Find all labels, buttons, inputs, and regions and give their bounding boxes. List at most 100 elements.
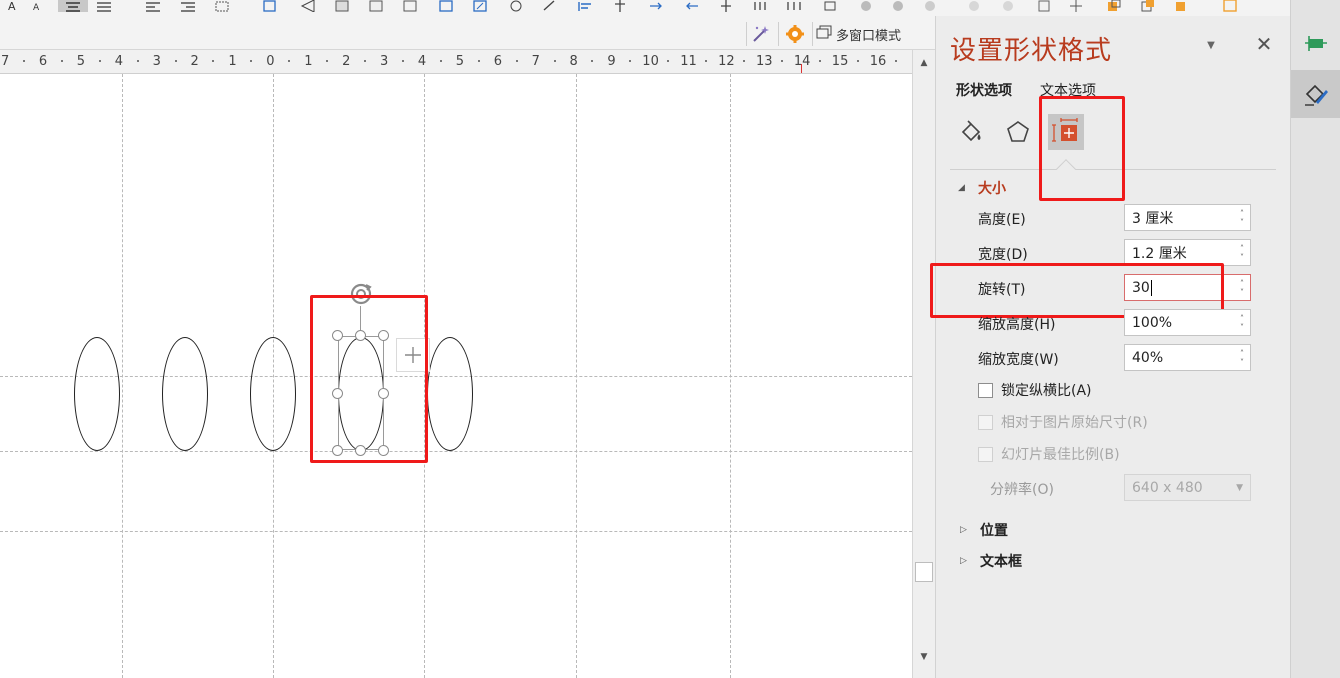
- spinner-icon[interactable]: ˄ ˅: [1234, 240, 1250, 265]
- outline-circle-icon[interactable]: [966, 0, 982, 12]
- rotation-input[interactable]: 30 ˄ ˅: [1124, 274, 1251, 301]
- section-textbox[interactable]: ▷ 文本框: [960, 551, 1022, 571]
- ruler-number: 7: [1, 54, 10, 69]
- height-input[interactable]: 3 厘米 ˄ ˅: [1124, 204, 1251, 231]
- resize-handle[interactable]: [332, 445, 343, 456]
- align-objects-icon[interactable]: [578, 0, 594, 12]
- animation-pane-icon[interactable]: [1291, 20, 1340, 68]
- gear-icon[interactable]: [782, 22, 808, 46]
- resize-handle[interactable]: [378, 388, 389, 399]
- multi-window-button[interactable]: 多窗口模式: [816, 23, 901, 45]
- vertical-scrollbar[interactable]: ▲ ▼: [912, 50, 935, 678]
- best-scale-checkbox: 幻灯片最佳比例(B): [978, 444, 1120, 464]
- scale-height-input[interactable]: 100% ˄ ˅: [1124, 309, 1251, 336]
- ruler-number: 6: [38, 54, 48, 69]
- ribbon-strip: A A: [0, 0, 1290, 16]
- font-size-down-icon[interactable]: A: [30, 0, 46, 13]
- shadow-icon[interactable]: [922, 0, 938, 12]
- spinner-icon[interactable]: ˄ ˅: [1234, 310, 1250, 335]
- tab-shape-options[interactable]: 形状选项: [956, 80, 1012, 100]
- spinner-icon[interactable]: ˄ ˅: [1234, 205, 1250, 230]
- size-properties-icon[interactable]: [1048, 114, 1084, 150]
- resize-handle[interactable]: [355, 330, 366, 341]
- arrange-group-icon[interactable]: [1174, 0, 1190, 12]
- picture-icon[interactable]: [438, 0, 454, 12]
- rotate-icon[interactable]: [752, 0, 768, 12]
- align-vcenter-icon[interactable]: [612, 0, 628, 12]
- scroll-up-icon[interactable]: ▲: [917, 56, 931, 70]
- quick-add-button[interactable]: [396, 338, 430, 372]
- ruler-number: 11: [680, 54, 697, 69]
- resize-handle[interactable]: [378, 330, 389, 341]
- spinner-icon[interactable]: ˄ ˅: [1234, 275, 1250, 300]
- scale-height-label: 缩放高度(H): [978, 317, 1056, 333]
- align-left-icon[interactable]: [145, 0, 161, 12]
- rotate-handle-icon[interactable]: [348, 281, 374, 307]
- ruler-number: 2: [190, 54, 199, 69]
- align-grid-icon[interactable]: [1068, 0, 1084, 12]
- scroll-down-icon[interactable]: ▼: [917, 650, 931, 664]
- ruler-number: 1: [228, 54, 237, 69]
- copy-format-icon[interactable]: [1222, 0, 1238, 12]
- ellipse-shape[interactable]: [250, 337, 296, 451]
- slide-canvas[interactable]: [0, 74, 912, 678]
- resize-handle[interactable]: [332, 330, 343, 341]
- ellipse-shape[interactable]: [162, 337, 208, 451]
- shape-outline-icon[interactable]: [508, 0, 524, 12]
- effects-pentagon-icon[interactable]: [1000, 114, 1036, 150]
- align-center-icon[interactable]: [58, 0, 88, 12]
- shape-fill-icon[interactable]: [858, 0, 874, 12]
- tab-text-options[interactable]: 文本选项: [1040, 80, 1096, 100]
- resize-handle[interactable]: [332, 388, 343, 399]
- distribute-icon[interactable]: [214, 0, 230, 12]
- ruler-tick: [326, 60, 329, 62]
- resize-handle[interactable]: [355, 445, 366, 456]
- shape-effects-icon[interactable]: [890, 0, 906, 12]
- triangle-shape-icon[interactable]: [300, 0, 316, 13]
- spinner-icon[interactable]: ˄ ˅: [1234, 345, 1250, 370]
- width-input[interactable]: 1.2 厘米 ˄ ˅: [1124, 239, 1251, 266]
- bring-forward-icon[interactable]: [648, 0, 664, 12]
- justify-icon[interactable]: [96, 0, 112, 12]
- crop-icon[interactable]: [1036, 0, 1052, 12]
- magic-wand-icon[interactable]: [748, 22, 774, 46]
- pane-title: 设置形状格式: [950, 36, 1113, 66]
- shape-select-icon[interactable]: [262, 0, 278, 12]
- ruler-number: 3: [380, 54, 389, 69]
- resize-handle[interactable]: [378, 445, 389, 456]
- section-size[interactable]: ◢ 大小: [958, 178, 1006, 198]
- horizontal-ruler[interactable]: 7 6 5 4 3 2 1 0 1 2 3 4 5 6 7 8 9 10 11 12 13 14 15 16: [0, 50, 912, 74]
- ruler-tick: [743, 60, 746, 62]
- close-icon[interactable]: ✕: [1254, 32, 1274, 56]
- arrange-front-icon[interactable]: [1106, 0, 1122, 12]
- ruler-number: 0: [266, 54, 275, 69]
- ellipse-shape[interactable]: [427, 337, 473, 451]
- selection-pane-icon[interactable]: [822, 0, 838, 12]
- edit-shape-icon[interactable]: [542, 0, 558, 12]
- frame-icon[interactable]: [402, 0, 418, 12]
- textbox-icon[interactable]: [368, 0, 384, 12]
- edit-picture-icon[interactable]: [472, 0, 488, 12]
- ruler-tick: [515, 60, 518, 62]
- ruler-number: 6: [493, 54, 502, 69]
- section-size-label: 大小: [978, 181, 1006, 197]
- group-icon[interactable]: [718, 0, 734, 12]
- align-right-icon[interactable]: [180, 0, 196, 12]
- send-backward-icon[interactable]: [684, 0, 700, 12]
- ellipse-shape[interactable]: [74, 337, 120, 451]
- rect-shape-icon[interactable]: [334, 0, 350, 12]
- lock-aspect-checkbox[interactable]: 锁定纵横比(A): [978, 380, 1092, 400]
- distribute-h-icon[interactable]: [786, 0, 802, 12]
- checkbox-box[interactable]: [978, 382, 993, 398]
- ruler-tick: [136, 60, 139, 62]
- arrange-back-icon[interactable]: [1140, 0, 1156, 12]
- scale-width-input[interactable]: 40% ˄ ˅: [1124, 344, 1251, 371]
- outline-circle-2-icon[interactable]: [1000, 0, 1016, 12]
- guide-line: [0, 451, 912, 452]
- section-position[interactable]: ▷ 位置: [960, 520, 1008, 540]
- font-size-up-icon[interactable]: A: [6, 0, 22, 13]
- chevron-down-icon[interactable]: ▼: [1204, 38, 1218, 52]
- scroll-thumb[interactable]: [915, 562, 933, 582]
- format-brush-icon[interactable]: [1291, 70, 1340, 118]
- fill-line-icon[interactable]: [953, 114, 989, 150]
